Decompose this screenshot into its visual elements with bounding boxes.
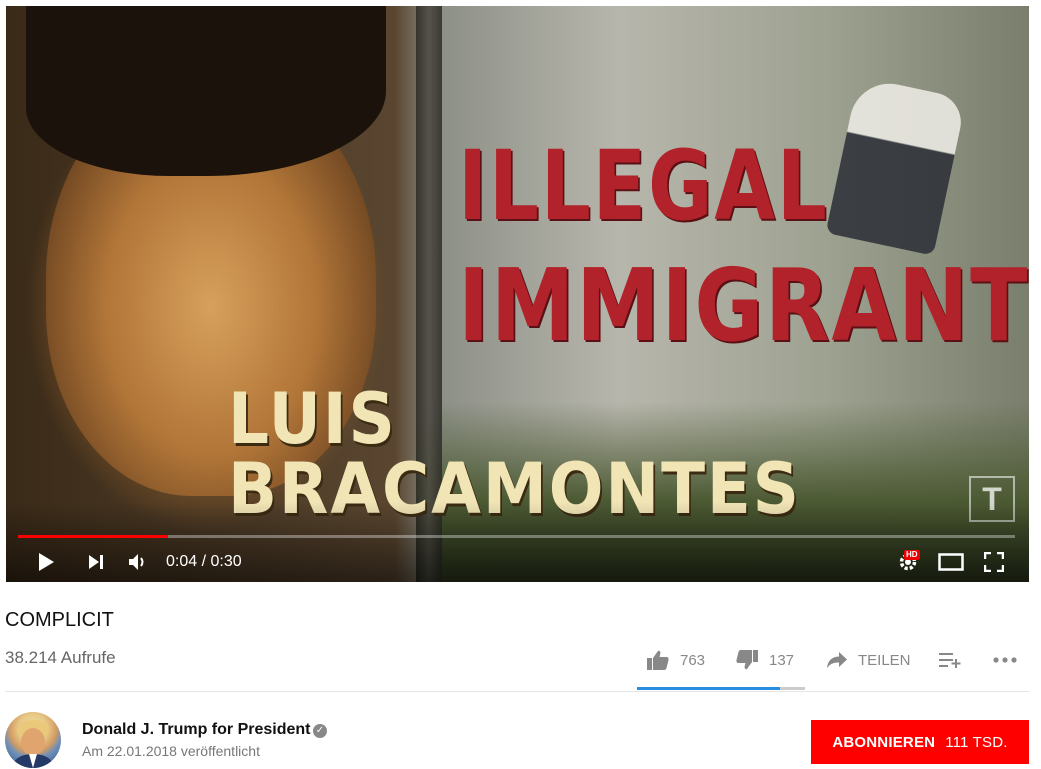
background-figure xyxy=(825,76,967,256)
add-to-playlist-button[interactable] xyxy=(938,645,962,675)
share-label: TEILEN xyxy=(858,651,911,669)
portrait-hair xyxy=(26,6,386,176)
like-count: 763 xyxy=(680,651,706,669)
subscribe-button[interactable]: ABONNIEREN 111 TSD. xyxy=(811,720,1029,764)
thumbs-up-icon xyxy=(647,650,669,670)
channel-avatar[interactable] xyxy=(5,712,61,768)
theater-mode-icon xyxy=(938,553,964,571)
volume-icon xyxy=(129,554,144,570)
subscribe-label: ABONNIEREN xyxy=(832,733,936,751)
next-icon xyxy=(89,555,103,569)
time-total: 0:30 xyxy=(210,553,242,570)
thumbs-down-icon xyxy=(736,650,758,670)
play-button[interactable] xyxy=(30,542,62,582)
fullscreen-icon xyxy=(984,552,1004,572)
more-horizontal-icon xyxy=(993,657,1017,663)
sentiment-bar xyxy=(637,687,805,690)
dislike-count: 137 xyxy=(769,651,795,669)
time-display: 0:04 / 0:30 xyxy=(166,542,242,582)
dislike-button[interactable]: 137 xyxy=(735,645,794,675)
more-actions-button[interactable] xyxy=(992,645,1018,675)
channel-name[interactable]: Donald J. Trump for President xyxy=(82,721,310,739)
verified-check-icon: ✓ xyxy=(313,724,327,738)
like-button[interactable]: 763 xyxy=(646,645,705,675)
overlay-text-line2: IMMIGRANT xyxy=(458,247,1029,364)
playlist-add-icon xyxy=(939,653,961,668)
time-separator: / xyxy=(197,553,211,570)
progress-bar[interactable] xyxy=(18,535,1015,538)
sentiment-like-fill xyxy=(637,687,780,690)
player-controls: 0:04 / 0:30 HD xyxy=(6,542,1029,582)
volume-button[interactable] xyxy=(120,542,156,582)
fullscreen-button[interactable] xyxy=(978,542,1010,582)
play-icon xyxy=(39,553,54,571)
overlay-text-line1: ILLEGAL xyxy=(458,130,829,242)
share-button[interactable]: TEILEN xyxy=(826,645,911,675)
progress-played xyxy=(18,535,168,538)
subscriber-count: 111 TSD. xyxy=(945,733,1008,751)
share-icon xyxy=(827,652,847,668)
view-count: 38.214 Aufrufe xyxy=(5,648,116,667)
hd-badge: HD xyxy=(904,550,920,560)
video-player[interactable]: ILLEGAL IMMIGRANT LUIS BRACAMONTES T 0:0… xyxy=(6,6,1029,582)
theater-mode-button[interactable] xyxy=(934,542,968,582)
video-title: COMPLICIT xyxy=(5,609,114,631)
info-divider xyxy=(5,691,1029,692)
settings-button[interactable]: HD xyxy=(892,542,924,582)
publish-date: Am 22.01.2018 veröffentlicht xyxy=(82,743,260,759)
time-current: 0:04 xyxy=(166,553,198,570)
next-button[interactable] xyxy=(80,542,112,582)
avatar-portrait-icon xyxy=(11,720,55,768)
